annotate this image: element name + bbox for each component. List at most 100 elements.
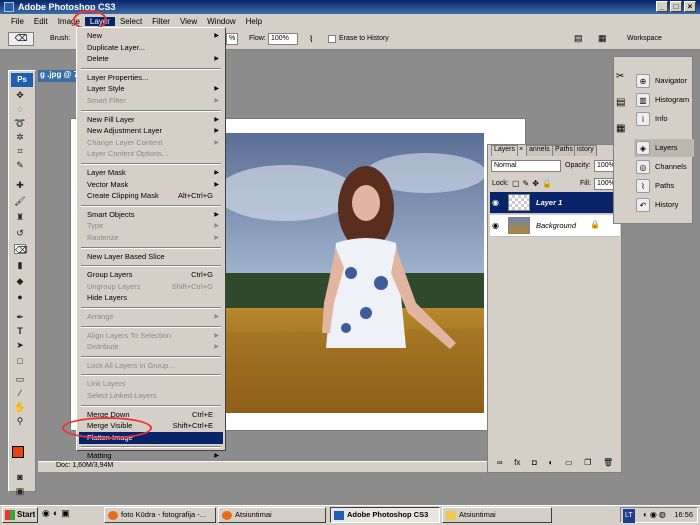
menu-item-group-layers[interactable]: Group Layers Ctrl+G	[79, 269, 223, 281]
close-button[interactable]: ×	[684, 1, 696, 12]
magic-wand-tool-icon[interactable]: ✲	[14, 132, 26, 142]
tray-icons[interactable]: ◐◉◍	[643, 508, 668, 522]
healing-brush-icon[interactable]: ✚	[14, 180, 26, 190]
marquee-tool-icon[interactable]: ◌	[14, 104, 26, 114]
airbrush-icon[interactable]: ⌇	[309, 34, 313, 45]
dock-navigator[interactable]: ⊕ Navigator	[634, 72, 694, 90]
menu-item-matting[interactable]: Matting ▶	[79, 450, 223, 462]
new-layer-icon[interactable]: ❐	[584, 458, 591, 470]
layer-row-background[interactable]: ◉ Background 🔒	[490, 215, 620, 237]
menu-item-lock-all-layers-in-group: Lock All Layers in Group...	[79, 360, 223, 372]
slice-tool-icon[interactable]: ✎	[14, 160, 26, 170]
windows-logo-icon	[5, 510, 15, 520]
menu-select[interactable]: Select	[115, 17, 147, 26]
path-select-icon[interactable]: ➤	[14, 340, 26, 350]
layers-panel: Layers × annels Paths istory Normal Opac…	[487, 144, 622, 473]
hand-tool-icon[interactable]: ✋	[14, 402, 26, 412]
foreground-color-swatch[interactable]	[12, 446, 24, 458]
dock-info[interactable]: i Info	[634, 110, 694, 128]
menu-view[interactable]: View	[175, 17, 202, 26]
tab-history[interactable]: istory	[574, 145, 597, 156]
delete-layer-icon[interactable]: 🗑	[603, 458, 613, 470]
layer-style-icon[interactable]: fx	[514, 458, 520, 470]
menu-item-create-clipping-mask[interactable]: Create Clipping Mask Alt+Ctrl+G	[79, 190, 223, 202]
task-downloads-1[interactable]: Atsiuntimai	[218, 507, 326, 523]
visibility-eye-icon[interactable]: ◉	[492, 221, 499, 230]
eyedropper-tool-icon[interactable]: ⁄	[14, 388, 26, 398]
menu-item-hide-layers[interactable]: Hide Layers	[79, 292, 223, 304]
link-layers-icon[interactable]: ∞	[497, 458, 503, 470]
task-firefox[interactable]: foto Kūdra - fotografija -...	[104, 507, 216, 523]
tab-paths[interactable]: Paths	[552, 145, 576, 156]
dock-history[interactable]: ↶ History	[634, 196, 694, 214]
dock-paths[interactable]: ⌇ Paths	[634, 177, 694, 195]
menu-file[interactable]: File	[6, 17, 29, 26]
layer-row-layer1[interactable]: ◉ Layer 1	[490, 192, 620, 214]
eraser-tool-icon[interactable]: ⌫	[14, 244, 28, 255]
menu-item-label: Change Layer Content	[87, 137, 163, 147]
opacity-field[interactable]: %	[226, 33, 238, 45]
menu-item-layer-properties[interactable]: Layer Properties...	[79, 72, 223, 84]
menu-help[interactable]: Help	[241, 17, 267, 26]
gradient-tool-icon[interactable]: ▮	[14, 260, 26, 270]
task-photoshop[interactable]: Adobe Photoshop CS3	[330, 507, 440, 523]
erase-history-checkbox[interactable]	[328, 35, 336, 43]
menu-item-new-adjustment-layer[interactable]: New Adjustment Layer ▶	[79, 125, 223, 137]
shape-tool-icon[interactable]: □	[14, 356, 26, 366]
tab-close-icon[interactable]: ×	[519, 146, 523, 153]
quick-launch-icons[interactable]: ◉◐▣	[42, 508, 73, 519]
lasso-tool-icon[interactable]: ➰	[14, 118, 26, 128]
menu-item-layer-style[interactable]: Layer Style ▶	[79, 83, 223, 95]
notes-tool-icon[interactable]: ▭	[14, 374, 26, 384]
screen-mode-icon[interactable]: ▣	[14, 486, 26, 496]
visibility-eye-icon[interactable]: ◉	[492, 198, 499, 207]
menu-window[interactable]: Window	[202, 17, 240, 26]
menu-item-new-layer-based-slice[interactable]: New Layer Based Slice	[79, 251, 223, 263]
dock-tool-icon-2[interactable]: ▤	[616, 97, 625, 108]
dock-tool-icon-1[interactable]: ✂	[616, 71, 624, 82]
add-mask-icon[interactable]: ◘	[532, 458, 537, 470]
menu-item-layer-mask[interactable]: Layer Mask ▶	[79, 167, 223, 179]
pen-tool-icon[interactable]: ✒	[14, 312, 26, 322]
workspace-menu[interactable]: Workspace	[627, 35, 662, 42]
dock-channels[interactable]: ◎ Channels	[634, 158, 694, 176]
history-brush-icon[interactable]: ↺	[14, 228, 26, 238]
flow-field[interactable]: 100%	[268, 33, 298, 45]
menu-item-vector-mask[interactable]: Vector Mask ▶	[79, 179, 223, 191]
crop-tool-icon[interactable]: ⌗	[14, 146, 26, 156]
language-indicator[interactable]: LT	[623, 509, 635, 523]
menu-item-delete[interactable]: Delete ▶	[79, 53, 223, 65]
blur-tool-icon[interactable]: ◆	[14, 276, 26, 286]
task-downloads-2[interactable]: Atsiuntimai	[442, 507, 552, 523]
clone-stamp-icon[interactable]: ♜	[14, 212, 26, 222]
start-button[interactable]: Start	[2, 507, 38, 523]
type-tool-icon[interactable]: T	[14, 326, 26, 336]
dock-histogram[interactable]: ▥ Histogram	[634, 91, 694, 109]
menu-edit[interactable]: Edit	[29, 17, 53, 26]
move-tool-icon[interactable]: ✥	[14, 90, 26, 100]
dock-layers[interactable]: ◈ Layers	[634, 139, 694, 157]
tab-channels[interactable]: annels	[526, 145, 553, 156]
eraser-icon[interactable]: ⌫	[8, 32, 34, 46]
minimize-button[interactable]: _	[656, 1, 668, 12]
zoom-tool-icon[interactable]: ⚲	[14, 416, 26, 426]
menu-item-smart-objects[interactable]: Smart Objects ▶	[79, 209, 223, 221]
lock-icons[interactable]: ▢✎✥🔒	[512, 179, 555, 188]
dodge-tool-icon[interactable]: ●	[14, 292, 26, 302]
dock-tool-icon-3[interactable]: ▦	[616, 123, 625, 134]
adjustment-layer-icon[interactable]: ◐	[549, 458, 554, 470]
menu-filter[interactable]: Filter	[147, 17, 175, 26]
menu-item-new[interactable]: New ▶	[79, 30, 223, 42]
tab-layers[interactable]: Layers	[491, 145, 519, 156]
menu-item-layer-content-options: Layer Content Options...	[79, 148, 223, 160]
menu-item-new-fill-layer[interactable]: New Fill Layer ▶	[79, 114, 223, 126]
maximize-button[interactable]: □	[670, 1, 682, 12]
new-group-icon[interactable]: ▭	[565, 458, 573, 470]
file-browser-icon[interactable]: ▤	[574, 33, 583, 44]
quick-mask-icon[interactable]: ◙	[14, 472, 26, 482]
menu-separator	[81, 265, 221, 268]
toggle-palettes-icon[interactable]: ▦	[598, 33, 607, 44]
menu-item-duplicate-layer[interactable]: Duplicate Layer...	[79, 42, 223, 54]
brush-tool-icon[interactable]: 🖌	[14, 196, 26, 206]
blend-mode-select[interactable]: Normal	[491, 160, 561, 172]
